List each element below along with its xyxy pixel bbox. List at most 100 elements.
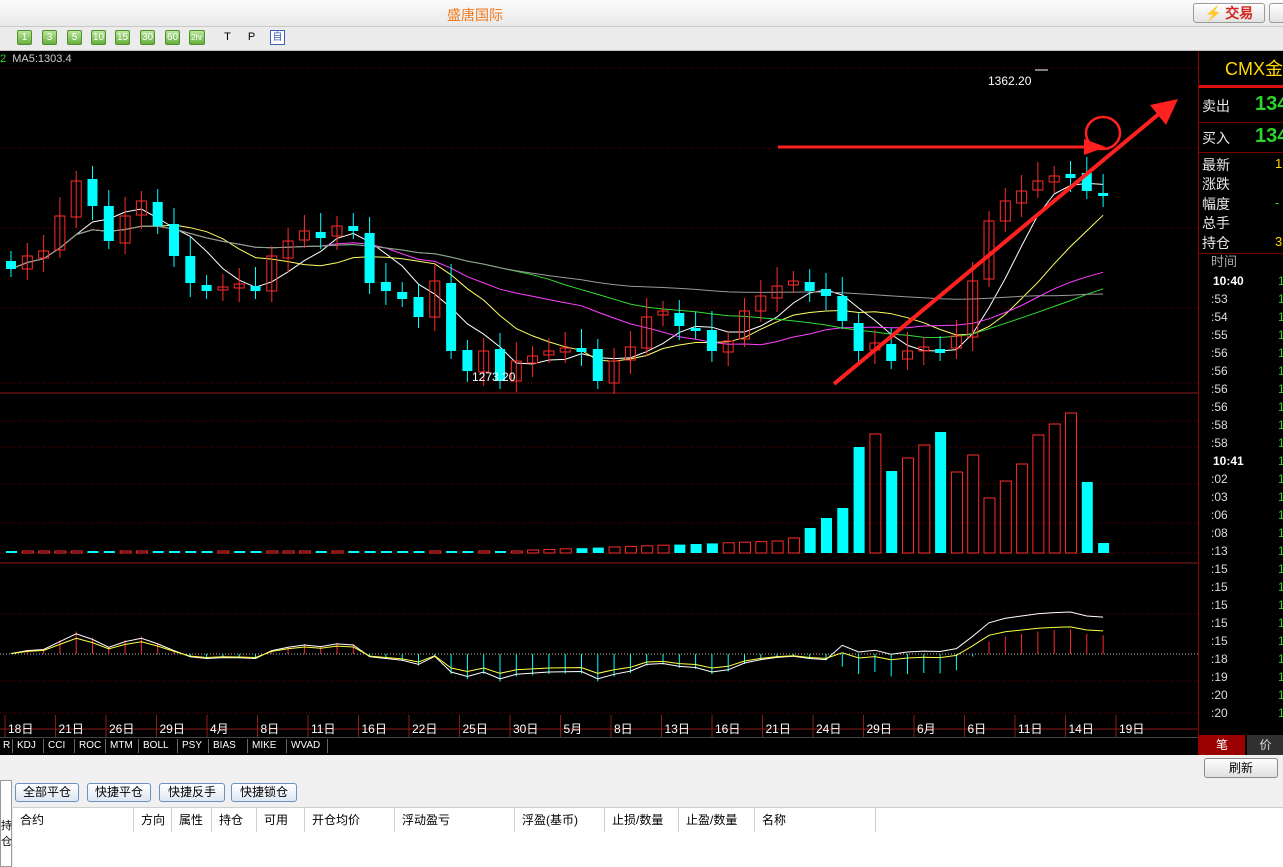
tab-price[interactable]: 价 [1247, 735, 1283, 755]
indicator-tab[interactable]: PSY [179, 739, 209, 753]
indicator-tab[interactable]: KDJ [14, 739, 44, 753]
volume-bar [70, 550, 83, 554]
positions-side-tab[interactable]: 持仓 [0, 780, 12, 867]
column-header[interactable]: 属性 [172, 808, 212, 832]
close-all-button[interactable]: 全部平仓 [15, 783, 79, 802]
volume-bar [103, 551, 115, 553]
volume-bar [364, 551, 376, 553]
column-header[interactable]: 开仓均价 [305, 808, 395, 832]
candle-body [380, 282, 391, 291]
quote-panel: CMX金 卖出 134 买入 134 最新 1 涨跌 幅度 - 总手 持仓 3 … [1198, 51, 1283, 755]
kline-chart[interactable]: 18日 21日 26日 29日 4月 8日 11日 16日 22日 25日 30日 5月 8日 13日 16… [0, 51, 1198, 737]
candle-body [1065, 174, 1076, 178]
volume-bar [935, 432, 947, 553]
candle-body [576, 348, 587, 352]
volume-bar [429, 550, 442, 554]
indicator-tab[interactable]: CCI [45, 739, 75, 753]
tick-time: :06 [1211, 508, 1228, 522]
period-button-60[interactable]: 60 [165, 30, 181, 45]
indicator-tab[interactable]: BIAS [210, 739, 248, 753]
x-axis-label: 30日 [513, 722, 538, 736]
indicator-tab[interactable]: ROC [76, 739, 106, 753]
x-axis-label: 18日 [8, 722, 33, 736]
volume-bar [527, 549, 540, 554]
title-bar: 盛唐国际 ⚡ 交易 [0, 0, 1283, 27]
column-header[interactable]: 可用 [257, 808, 305, 832]
highlight-circle [1084, 115, 1122, 151]
trade-button[interactable]: ⚡ 交易 [1193, 3, 1265, 23]
indicator-tab[interactable]: MIKE [249, 739, 287, 753]
tick-time: :54 [1211, 310, 1228, 324]
stat-value-range: - [1275, 195, 1280, 210]
tick-value: 1 [1278, 418, 1283, 432]
auto-button[interactable]: 自 [270, 30, 285, 45]
tick-value: 1 [1278, 652, 1283, 666]
period-button-10[interactable]: 10 [91, 30, 107, 45]
indicator-tab[interactable]: WVAD [288, 739, 328, 753]
buy-price[interactable]: 134 [1255, 125, 1283, 148]
quick-close-button[interactable]: 快捷平仓 [87, 783, 151, 802]
x-axis-label: 25日 [463, 722, 488, 736]
period-button-3[interactable]: 3 [42, 30, 57, 45]
period-button-30[interactable]: 30 [140, 30, 156, 45]
chart-grid [0, 67, 1198, 730]
column-header[interactable]: 合约 [13, 808, 134, 832]
x-axis-label: 21日 [766, 722, 791, 736]
candle-body [837, 296, 848, 321]
indicator-tab[interactable]: BOLL [140, 739, 178, 753]
volume-bar [674, 544, 686, 553]
volume-bar [234, 551, 246, 553]
tick-value: 1 [1278, 508, 1283, 522]
column-header[interactable]: 止盈/数量 [679, 808, 755, 832]
candle-body [397, 292, 408, 299]
volume-bar [21, 550, 34, 554]
column-header[interactable]: 方向 [134, 808, 172, 832]
tab-pen[interactable]: 笔 [1199, 735, 1245, 755]
period-button-1[interactable]: 1 [17, 30, 32, 45]
x-axis: 18日 21日 26日 29日 4月 8日 11日 16日 22日 25日 30日 5月 8日 13日 16… [4, 715, 1144, 737]
symbol-name: CMX金 [1225, 59, 1283, 79]
quick-lock-button[interactable]: 快捷锁仓 [231, 783, 297, 802]
ma5-line [10, 182, 1104, 365]
volume-bar [690, 544, 702, 553]
x-axis-label: 11日 [311, 722, 335, 736]
tick-value: 1 [1278, 580, 1283, 594]
symbol-divider [1199, 85, 1283, 88]
column-header[interactable]: 浮盈(基币) [515, 808, 605, 832]
x-axis-label: 19日 [1119, 722, 1144, 736]
indicator-tab[interactable]: R [0, 739, 13, 753]
tick-value: 1 [1278, 310, 1283, 324]
column-header[interactable]: 名称 [755, 808, 876, 832]
volume-bar [1048, 423, 1061, 554]
x-axis-label: 8日 [614, 722, 633, 736]
volume-bar [821, 518, 832, 553]
volume-bar [266, 550, 279, 554]
indicator-tab[interactable]: MTM [107, 739, 139, 753]
macd-dea-line [10, 626, 1104, 674]
period-button-5[interactable]: 5 [67, 30, 82, 45]
period-button-15[interactable]: 15 [115, 30, 131, 45]
volume-bar [706, 543, 718, 553]
volume-bar [119, 550, 132, 554]
window-extra-button[interactable] [1269, 3, 1283, 23]
column-header[interactable]: 浮动盈亏 [395, 808, 515, 832]
volume-bar [641, 545, 654, 554]
period-button-2hr[interactable]: 2hr [189, 30, 205, 45]
x-axis-label: 22日 [412, 722, 437, 736]
tick-value: 1 [1278, 490, 1283, 504]
low-price-label: 1273.20 [472, 370, 516, 384]
tick-value: 1 [1278, 328, 1283, 342]
tick-value: 1 [1278, 292, 1283, 306]
column-header[interactable]: 止损/数量 [605, 808, 679, 832]
trend-arrow-head [1150, 99, 1178, 125]
tool-p-button[interactable]: P [244, 30, 259, 45]
candle-body [886, 344, 897, 361]
quick-reverse-button[interactable]: 快捷反手 [159, 783, 225, 802]
moving-average-lines [10, 182, 1104, 365]
volume-bar [298, 550, 311, 554]
refresh-button[interactable]: 刷新 [1204, 758, 1278, 778]
column-header[interactable]: 持仓 [212, 808, 257, 832]
tool-t-button[interactable]: T [220, 30, 235, 45]
x-axis-label: 29日 [867, 722, 892, 736]
sell-price[interactable]: 134 [1255, 93, 1283, 116]
